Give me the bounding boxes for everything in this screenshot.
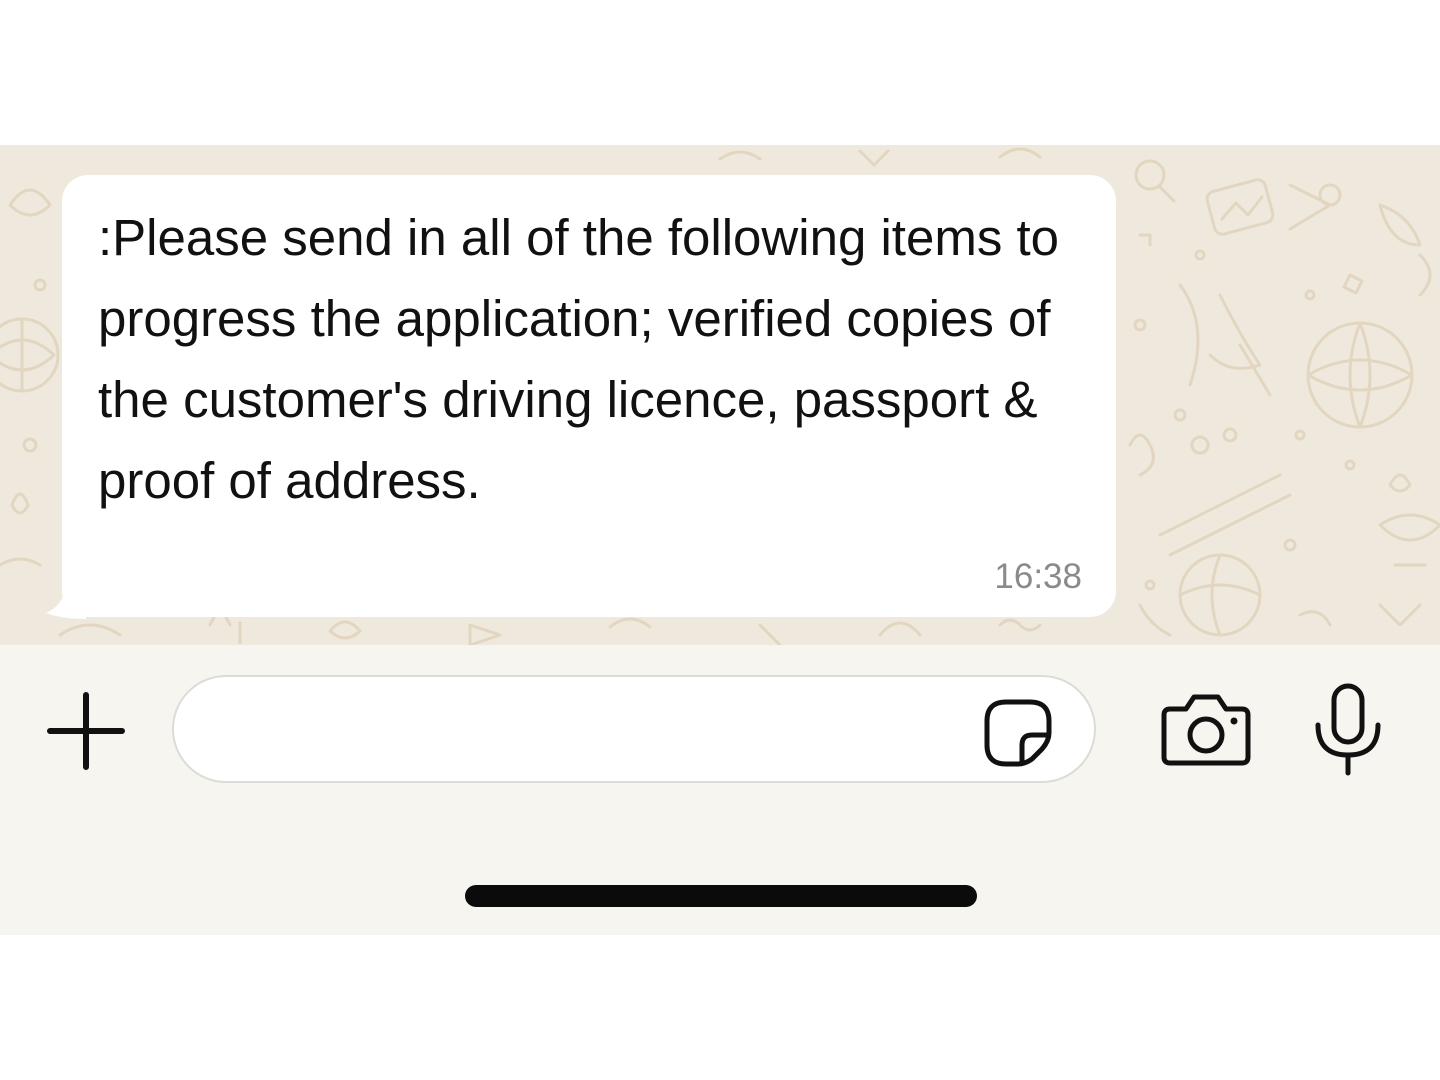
message-input-field[interactable] [172, 675, 1096, 783]
message-input[interactable] [214, 699, 978, 761]
message-bubble[interactable]: :Please send in all of the following ite… [62, 175, 1116, 617]
chat-background: :Please send in all of the following ite… [0, 145, 1440, 645]
sticker-icon[interactable] [982, 697, 1054, 767]
message-text: :Please send in all of the following ite… [98, 209, 1060, 509]
home-indicator[interactable] [465, 885, 977, 907]
chat-screen: :Please send in all of the following ite… [0, 0, 1440, 1080]
camera-icon[interactable] [1158, 689, 1254, 769]
microphone-icon[interactable] [1310, 681, 1386, 777]
plus-icon[interactable] [40, 685, 132, 777]
composer-bar [0, 645, 1440, 935]
message-timestamp: 16:38 [994, 557, 1082, 596]
